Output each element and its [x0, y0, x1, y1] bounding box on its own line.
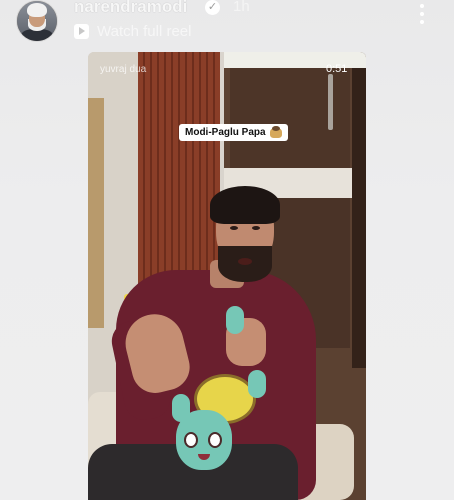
person-hair	[210, 186, 280, 224]
avatar-hair	[27, 3, 47, 17]
video-watermark: yuvraj dua	[100, 64, 147, 75]
post-time: 1h	[233, 0, 250, 15]
person-eye-right	[252, 226, 260, 230]
person-emoji-icon	[269, 125, 282, 138]
wardrobe-side	[352, 68, 366, 368]
watch-full-reel-label: Watch full reel	[97, 22, 192, 40]
verified-badge-icon: ✓	[205, 0, 220, 15]
toy-leg	[226, 306, 244, 334]
profile-avatar[interactable]	[16, 0, 58, 42]
reel-video[interactable]: yuvraj dua 0:51 Modi-Paglu Papa	[88, 52, 366, 500]
toy-eye-right	[208, 432, 222, 448]
watch-full-reel-link[interactable]: Watch full reel	[74, 21, 191, 41]
video-caption-text: Modi-Paglu Papa	[185, 127, 266, 138]
toy-eye-left	[184, 432, 198, 448]
username[interactable]: narendramodi	[74, 0, 187, 17]
video-caption: Modi-Paglu Papa	[179, 124, 288, 141]
video-duration: 0:51	[326, 63, 348, 75]
reel-play-icon	[74, 23, 89, 39]
wardrobe-handle	[328, 74, 333, 130]
story-header: narendramodi ✓ 1h Watch full reel	[0, 0, 454, 46]
more-vertical-icon[interactable]	[414, 4, 430, 28]
toy-arm-right	[248, 370, 266, 398]
picture-frame	[88, 98, 104, 328]
person-eye-left	[230, 226, 238, 230]
person-mouth	[238, 258, 252, 265]
